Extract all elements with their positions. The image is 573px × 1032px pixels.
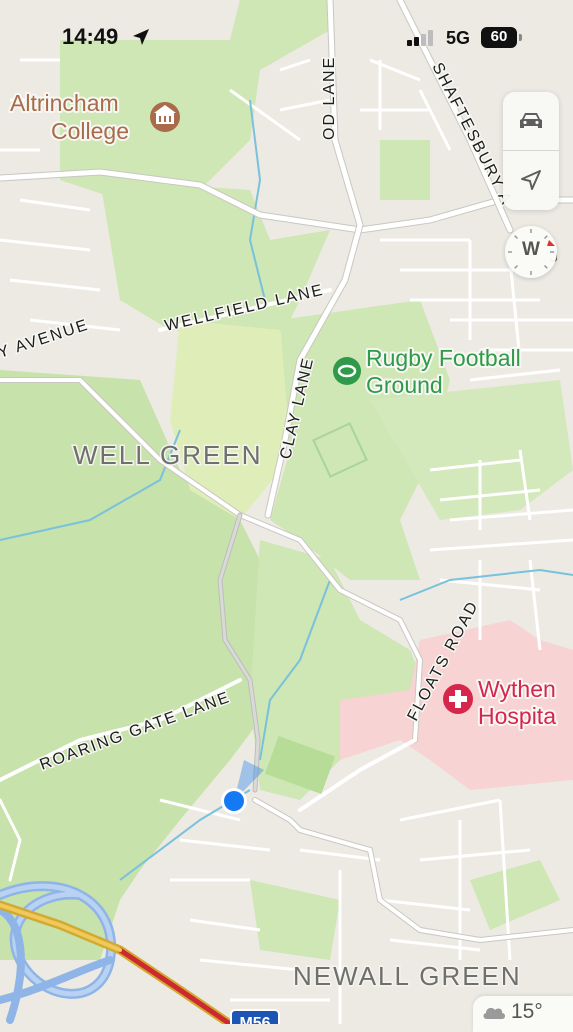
status-time: 14:49 bbox=[62, 24, 119, 49]
poi-label-line1[interactable]: Wythen bbox=[476, 674, 558, 704]
cloud-icon bbox=[483, 1007, 505, 1019]
weather-widget[interactable]: 15° bbox=[473, 996, 573, 1032]
poi-label-line1[interactable]: Rugby Football bbox=[364, 343, 523, 373]
poi-label-line2[interactable]: Ground bbox=[364, 370, 445, 400]
motorway-shield: M56 bbox=[230, 1009, 280, 1024]
weather-temperature: 15° bbox=[511, 1000, 543, 1023]
park-area bbox=[0, 560, 40, 900]
track-location-button[interactable] bbox=[503, 151, 559, 209]
location-arrow-icon bbox=[521, 170, 541, 190]
compass-button[interactable]: W bbox=[505, 226, 557, 278]
hospital-icon[interactable] bbox=[443, 684, 473, 714]
location-arrow-icon bbox=[133, 29, 149, 45]
school-icon[interactable] bbox=[150, 102, 180, 132]
poi-label-line1[interactable]: Altrincham bbox=[8, 88, 121, 118]
park-area bbox=[380, 140, 430, 200]
map-canvas[interactable]: Altrincham College Rugby Football Ground… bbox=[0, 0, 573, 1024]
network-type: 5G bbox=[446, 28, 471, 48]
battery-level: 60 bbox=[490, 28, 508, 45]
compass-heading: W bbox=[522, 239, 540, 260]
stadium-icon[interactable] bbox=[333, 357, 361, 385]
transport-mode-button[interactable] bbox=[503, 92, 559, 150]
area-label: WELL GREEN bbox=[73, 440, 263, 470]
poi-label-line2[interactable]: Hospita bbox=[476, 701, 558, 731]
map-controls bbox=[503, 92, 559, 210]
battery-icon: 60 bbox=[481, 27, 523, 48]
signal-strength-icon bbox=[407, 30, 433, 46]
status-bar: 14:49 5G 60 bbox=[0, 0, 573, 70]
poi-label-line2[interactable]: College bbox=[49, 116, 131, 146]
svg-text:M56: M56 bbox=[239, 1015, 270, 1024]
area-label: NEWALL GREEN bbox=[293, 961, 522, 991]
car-icon bbox=[520, 113, 542, 128]
